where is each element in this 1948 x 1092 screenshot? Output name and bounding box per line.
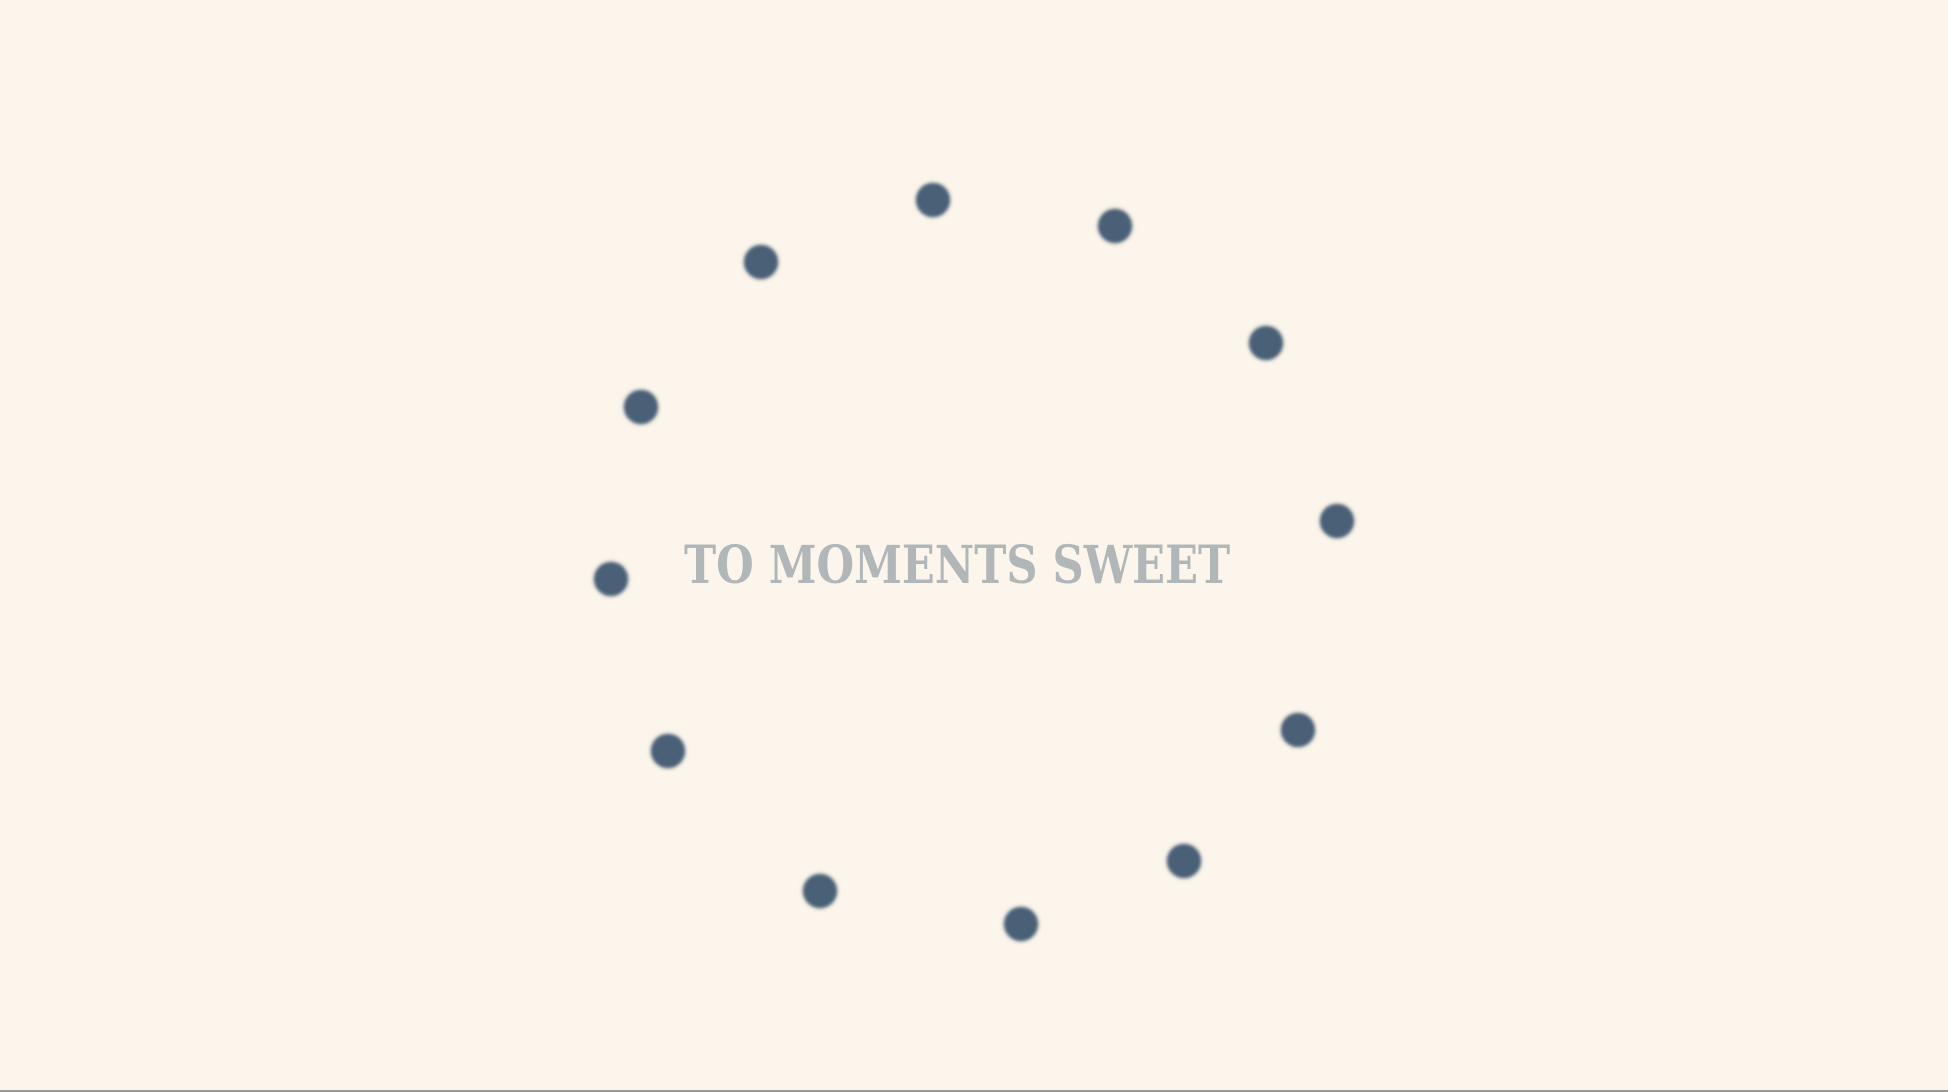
loading-dot (594, 562, 628, 596)
loading-dot (916, 183, 950, 217)
splash-title: TO MOMENTS SWEET (684, 535, 1231, 596)
loading-dot (651, 734, 685, 768)
loading-dot (1249, 326, 1283, 360)
loading-dot (744, 245, 778, 279)
splash-screen: TO MOMENTS SWEET (0, 0, 1948, 1090)
loading-dot (803, 874, 837, 908)
loading-dot (624, 390, 658, 424)
loading-dot (1004, 907, 1038, 941)
loading-dot (1281, 713, 1315, 747)
loading-dot (1098, 209, 1132, 243)
loading-dot (1167, 844, 1201, 878)
loading-dot (1320, 504, 1354, 538)
